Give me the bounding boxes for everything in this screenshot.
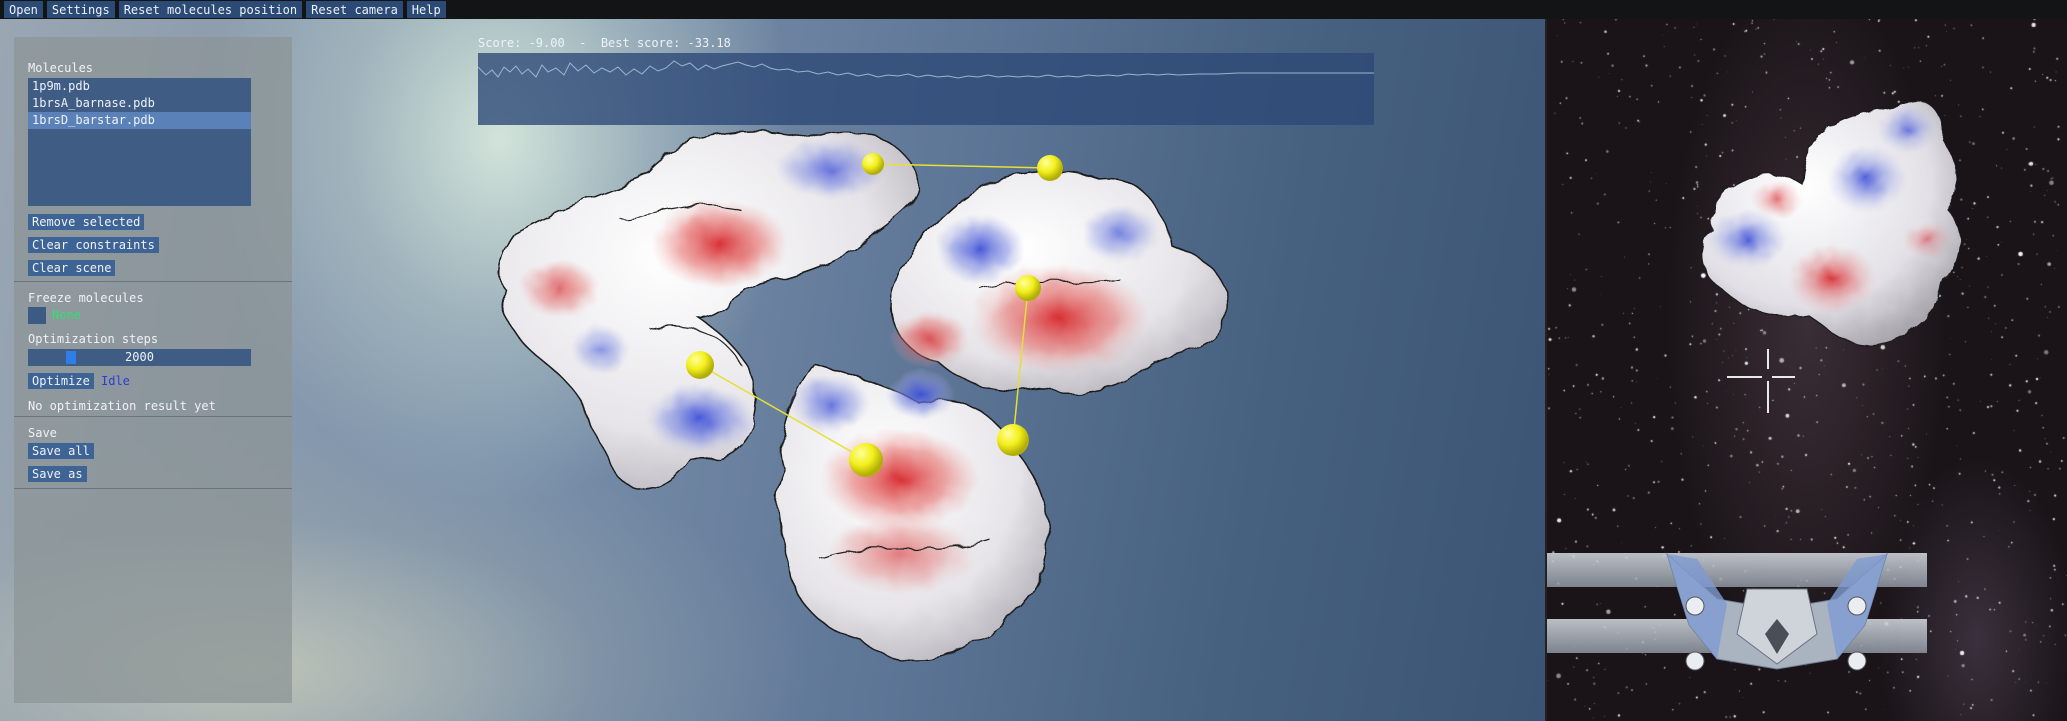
clear-scene-button[interactable]: Clear scene <box>28 260 116 276</box>
list-item[interactable]: 1p9m.pdb <box>28 78 251 95</box>
clear-constraints-button[interactable]: Clear constraints <box>28 237 159 253</box>
save-all-button[interactable]: Save all <box>28 443 94 459</box>
spaceship-icon <box>1547 552 1927 671</box>
optimization-result-text: No optimization result yet <box>28 399 216 413</box>
molecules-label: Molecules <box>28 61 94 75</box>
menu-open[interactable]: Open <box>4 1 43 18</box>
list-item[interactable]: 1brsA_barnase.pdb <box>28 95 251 112</box>
optimization-steps-slider[interactable]: 2000 <box>28 349 251 366</box>
optimization-steps-value: 2000 <box>125 350 154 364</box>
constraint-marker-icon[interactable] <box>1037 155 1063 181</box>
molecules-list[interactable]: 1p9m.pdb 1brsA_barnase.pdb 1brsD_barstar… <box>28 78 251 206</box>
molecule-viewport[interactable]: Score: -9.00 - Best score: -33.18 Molecu… <box>0 19 1545 721</box>
constraint-marker-icon[interactable] <box>997 424 1029 456</box>
constraint-marker-icon[interactable] <box>1015 275 1041 301</box>
divider <box>14 281 292 282</box>
control-panel: Molecules 1p9m.pdb 1brsA_barnase.pdb 1br… <box>14 37 292 703</box>
freeze-molecules-label: Freeze molecules <box>28 291 144 305</box>
score-history-line <box>478 60 1374 79</box>
menu-reset-camera[interactable]: Reset camera <box>306 1 403 18</box>
preview-viewport[interactable] <box>1547 19 2067 721</box>
freeze-molecules-caption: None <box>52 308 81 322</box>
divider <box>14 488 292 489</box>
constraint-marker-icon[interactable] <box>849 443 883 477</box>
optimization-steps-label: Optimization steps <box>28 332 159 346</box>
crosshair-icon <box>1727 349 1795 413</box>
menu-reset-molecules-position[interactable]: Reset molecules position <box>118 1 303 18</box>
list-item[interactable]: 1brsD_barstar.pdb <box>28 112 251 129</box>
divider <box>14 416 292 417</box>
preview-scene <box>1547 100 1961 671</box>
menu-settings[interactable]: Settings <box>46 1 115 18</box>
save-as-button[interactable]: Save as <box>28 466 87 482</box>
preview-molecule <box>1701 100 1961 346</box>
molecule-1brsA-barnase[interactable] <box>889 170 1228 394</box>
optimize-button[interactable]: Optimize <box>28 373 94 389</box>
freeze-molecules-checkbox[interactable] <box>28 307 46 324</box>
optimization-status: Idle <box>101 374 130 388</box>
molecule-1brsD-barstar[interactable] <box>776 363 1049 661</box>
score-readout: Score: -9.00 - Best score: -33.18 <box>478 36 731 50</box>
menu-help[interactable]: Help <box>406 1 446 18</box>
save-label: Save <box>28 426 57 440</box>
remove-selected-button[interactable]: Remove selected <box>28 214 145 230</box>
constraint-marker-icon[interactable] <box>862 153 884 175</box>
menu-bar: Open Settings Reset molecules position R… <box>0 0 2067 19</box>
constraint-marker-icon[interactable] <box>686 351 714 379</box>
score-history-plot <box>478 53 1374 125</box>
